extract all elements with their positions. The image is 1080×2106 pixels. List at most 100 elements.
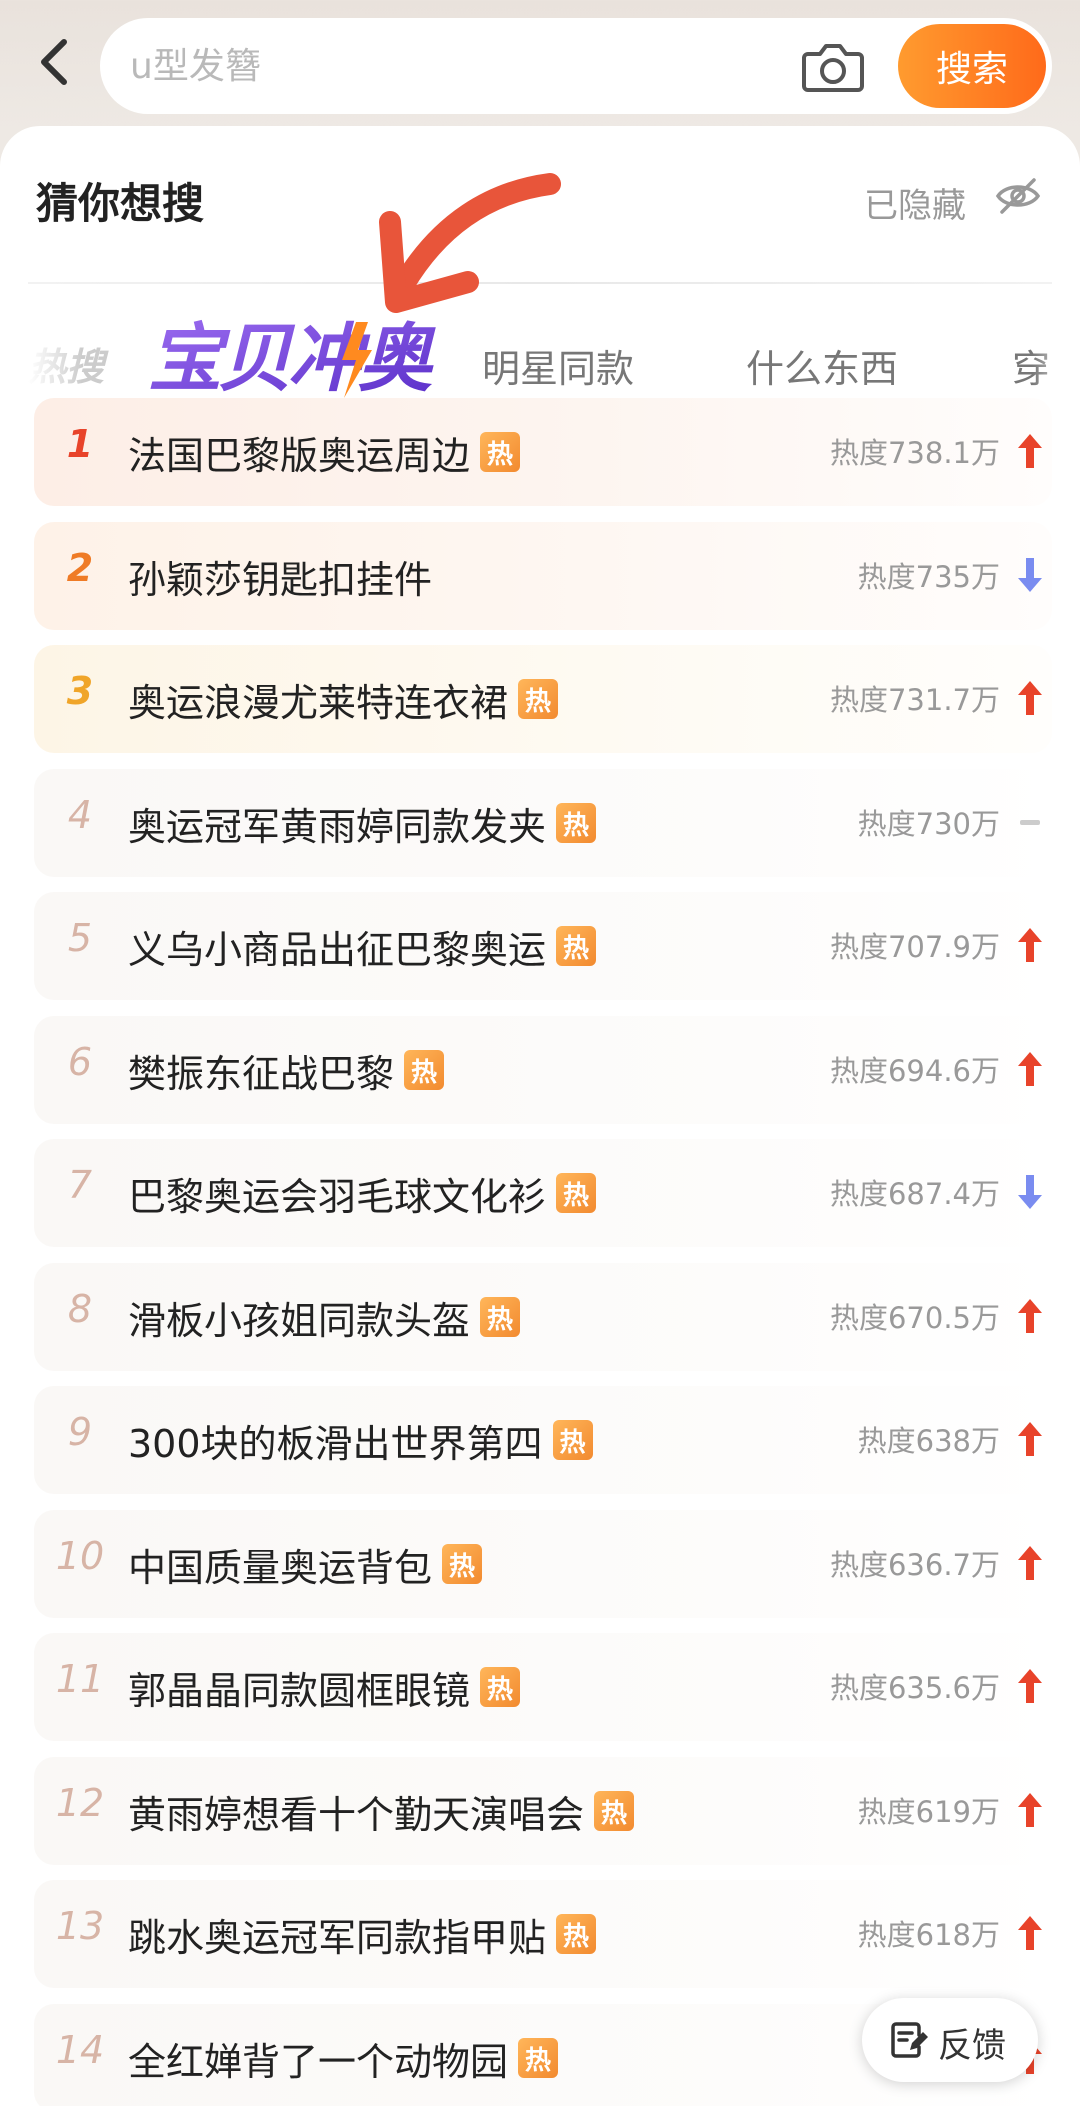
rank-number: 9 xyxy=(67,1410,93,1454)
list-item[interactable]: 6 樊振东征战巴黎热 热度694.6万 xyxy=(34,1016,1052,1124)
hot-badge: 热 xyxy=(518,679,559,719)
heat-value: 热度694.6万 xyxy=(829,1054,1000,1088)
item-title-group: 300块的板滑出世界第四热 xyxy=(128,1412,593,1468)
list-item[interactable]: 7 巴黎奥运会羽毛球文化衫热 热度687.4万 xyxy=(34,1139,1052,1247)
list-item[interactable]: 3 奥运浪漫尤莱特连衣裙热 热度731.7万 xyxy=(34,645,1052,753)
list-item[interactable]: 8 滑板小孩姐同款头盔热 热度670.5万 xyxy=(34,1263,1052,1371)
tab-celebrity-same[interactable]: 明星同款 xyxy=(482,338,634,393)
list-item[interactable]: 1 法国巴黎版奥运周边热 热度738.1万 xyxy=(34,398,1052,506)
heat-value: 热度670.5万 xyxy=(829,1301,1000,1335)
rank-number: 11 xyxy=(55,1657,105,1701)
item-title: 樊振东征战巴黎 xyxy=(128,1051,395,1096)
item-title-group: 巴黎奥运会羽毛球文化衫热 xyxy=(128,1165,597,1221)
rank-number: 5 xyxy=(67,916,93,960)
edit-note-icon xyxy=(891,2022,928,2058)
tab-wear[interactable]: 穿 xyxy=(1012,338,1080,393)
item-title: 滑板小孩姐同款头盔 xyxy=(128,1298,471,1343)
rank-number: 6 xyxy=(67,1040,93,1084)
heat-value: 热度636.7万 xyxy=(829,1548,1000,1582)
rank-number: 7 xyxy=(67,1163,93,1207)
item-title: 中国质量奥运背包 xyxy=(128,1545,433,1590)
item-title: 郭晶晶同款圆框眼镜 xyxy=(128,1668,471,1713)
hot-badge: 热 xyxy=(556,926,597,966)
list-item[interactable]: 2 孙颖莎钥匙扣挂件 热度735万 xyxy=(34,522,1052,630)
item-title: 奥运冠军黄雨婷同款发夹 xyxy=(128,804,547,849)
trend-up-icon xyxy=(1016,679,1044,717)
back-button[interactable] xyxy=(30,34,78,90)
eye-off-icon[interactable] xyxy=(994,172,1042,220)
hot-badge: 热 xyxy=(594,1791,635,1831)
list-item[interactable]: 5 义乌小商品出征巴黎奥运热 热度707.9万 xyxy=(34,892,1052,1000)
list-item[interactable]: 9 300块的板滑出世界第四热 热度638万 xyxy=(34,1386,1052,1494)
rank-number: 2 xyxy=(66,546,94,590)
item-title-group: 郭晶晶同款圆框眼镜热 xyxy=(128,1659,521,1715)
search-input[interactable] xyxy=(130,40,770,92)
trend-up-icon xyxy=(1016,432,1044,470)
rank-number: 10 xyxy=(55,1534,105,1578)
trend-down-icon xyxy=(1016,556,1044,594)
hot-badge: 热 xyxy=(556,1173,597,1213)
hot-badge: 热 xyxy=(518,2038,559,2078)
trend-up-icon xyxy=(1016,1050,1044,1088)
rank-number: 12 xyxy=(55,1781,105,1825)
trend-up-icon xyxy=(1016,1297,1044,1335)
item-title: 义乌小商品出征巴黎奥运 xyxy=(128,927,547,972)
tab-what-is-it[interactable]: 什么东西 xyxy=(746,338,898,393)
heat-value: 热度730万 xyxy=(857,807,1000,841)
hot-badge: 热 xyxy=(552,1420,593,1460)
list-item[interactable]: 4 奥运冠军黄雨婷同款发夹热 热度730万 xyxy=(34,769,1052,877)
rank-number: 1 xyxy=(66,422,94,466)
hot-badge: 热 xyxy=(442,1544,483,1584)
hot-badge: 热 xyxy=(556,1914,597,1954)
trend-down-icon xyxy=(1016,1173,1044,1211)
chevron-left-icon xyxy=(41,39,67,85)
hot-badge: 热 xyxy=(556,803,597,843)
suggestion-card: 猜你想搜 已隐藏 热搜 宝贝冲奥 明星同款 什么东西 穿 1 法国巴黎版奥运周边… xyxy=(0,126,1080,2106)
list-item[interactable]: 11 郭晶晶同款圆框眼镜热 热度635.6万 xyxy=(34,1633,1052,1741)
heat-value: 热度638万 xyxy=(857,1424,1000,1458)
heat-value: 热度738.1万 xyxy=(829,436,1000,470)
item-title-group: 奥运浪漫尤莱特连衣裙热 xyxy=(128,671,559,727)
item-title-group: 黄雨婷想看十个勤天演唱会热 xyxy=(128,1783,635,1839)
list-item[interactable]: 13 跳水奥运冠军同款指甲贴热 热度618万 xyxy=(34,1880,1052,1988)
trend-up-icon xyxy=(1016,1914,1044,1952)
search-header: 搜索 xyxy=(0,0,1080,124)
item-title: 巴黎奥运会羽毛球文化衫 xyxy=(128,1174,547,1219)
rank-number: 4 xyxy=(67,793,93,837)
item-title: 奥运浪漫尤莱特连衣裙 xyxy=(128,680,509,725)
tab-hot-search[interactable]: 热搜 xyxy=(28,336,118,391)
trend-up-icon xyxy=(1016,1667,1044,1705)
red-arrow-annotation xyxy=(379,173,561,313)
heat-value: 热度731.7万 xyxy=(829,683,1000,717)
heat-value: 热度735万 xyxy=(857,560,1000,594)
rank-number: 13 xyxy=(55,1904,105,1948)
item-title: 黄雨婷想看十个勤天演唱会 xyxy=(128,1792,585,1837)
feedback-label: 反馈 xyxy=(938,2026,1006,2066)
trend-flat-icon xyxy=(1016,803,1044,841)
trend-up-icon xyxy=(1016,926,1044,964)
rank-number: 8 xyxy=(67,1287,93,1331)
item-title-group: 中国质量奥运背包热 xyxy=(128,1536,483,1592)
feedback-button[interactable]: 反馈 xyxy=(862,1998,1038,2082)
item-title: 全红婵背了一个动物园 xyxy=(128,2039,509,2084)
hot-badge: 热 xyxy=(480,432,521,472)
hidden-toggle-label[interactable]: 已隐藏 xyxy=(864,178,966,227)
item-title: 孙颖莎钥匙扣挂件 xyxy=(128,557,433,602)
item-title-group: 滑板小孩姐同款头盔热 xyxy=(128,1289,521,1345)
heat-value: 热度707.9万 xyxy=(829,930,1000,964)
list-item[interactable]: 12 黄雨婷想看十个勤天演唱会热 热度619万 xyxy=(34,1757,1052,1865)
heat-value: 热度635.6万 xyxy=(829,1671,1000,1705)
item-title: 300块的板滑出世界第四 xyxy=(128,1421,543,1466)
item-title-group: 全红婵背了一个动物园热 xyxy=(128,2030,559,2086)
search-button[interactable]: 搜索 xyxy=(898,24,1046,108)
camera-button[interactable] xyxy=(802,40,864,94)
section-title: 猜你想搜 xyxy=(36,179,205,228)
rank-number: 14 xyxy=(55,2028,105,2072)
item-title: 跳水奥运冠军同款指甲贴 xyxy=(128,1915,547,1960)
rank-number: 3 xyxy=(66,669,94,713)
list-item[interactable]: 10 中国质量奥运背包热 热度636.7万 xyxy=(34,1510,1052,1618)
item-title-group: 奥运冠军黄雨婷同款发夹热 xyxy=(128,795,597,851)
item-title-group: 义乌小商品出征巴黎奥运热 xyxy=(128,918,597,974)
item-title-group: 樊振东征战巴黎热 xyxy=(128,1042,445,1098)
hot-badge: 热 xyxy=(480,1297,521,1337)
